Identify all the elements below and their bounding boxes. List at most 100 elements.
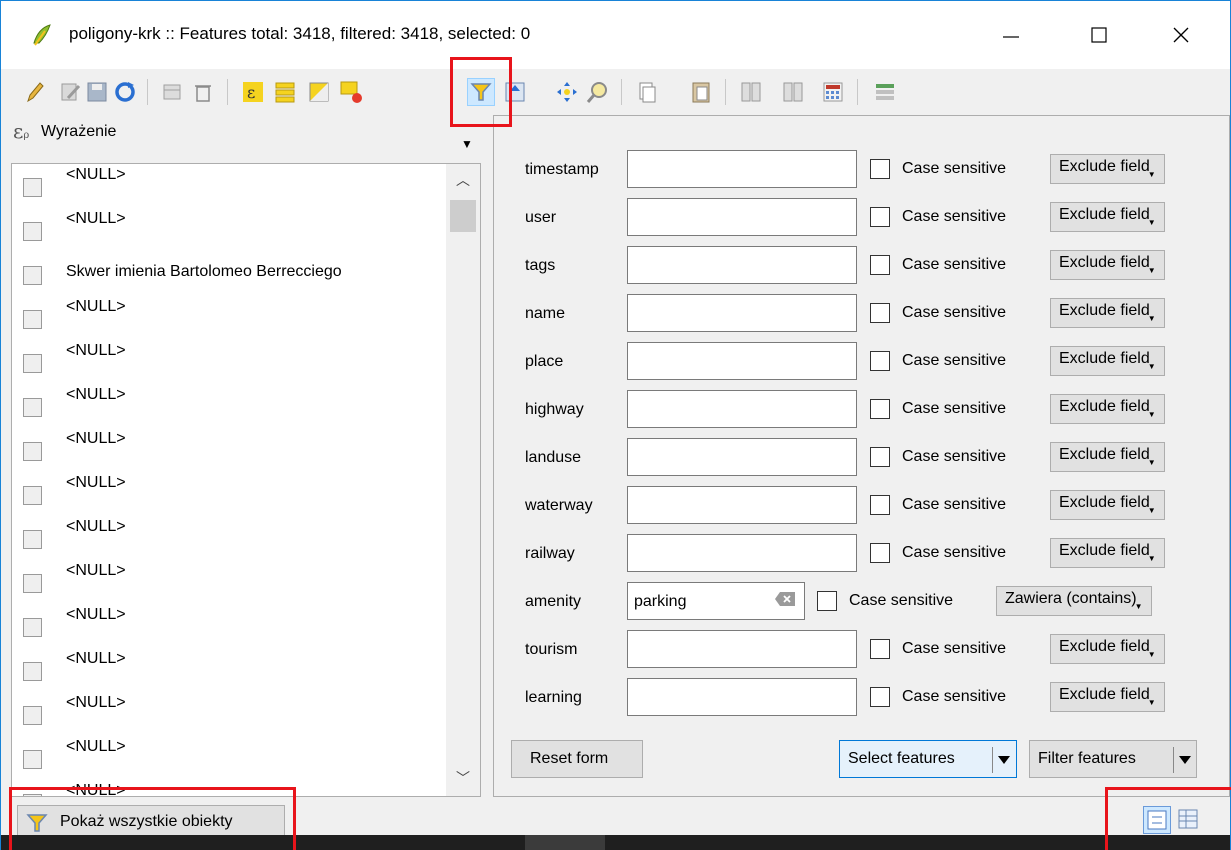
clear-input-icon[interactable] <box>774 591 796 607</box>
field-mode-dropdown[interactable]: Exclude field▼ <box>1050 490 1165 520</box>
select-by-expression-button[interactable]: ε <box>239 78 267 106</box>
case-sensitive-checkbox[interactable] <box>870 495 890 515</box>
field-calculator-button[interactable] <box>819 78 847 106</box>
field-input-highway[interactable] <box>627 390 857 428</box>
form-view-button[interactable] <box>1143 806 1171 834</box>
field-input-user[interactable] <box>627 198 857 236</box>
list-item[interactable]: <NULL> <box>12 296 442 340</box>
invert-selection-button[interactable] <box>305 78 333 106</box>
list-item[interactable]: <NULL> <box>12 516 442 560</box>
move-selection-to-top-button[interactable] <box>501 78 529 106</box>
list-item-checkbox[interactable] <box>23 794 42 796</box>
zoom-to-selected-button[interactable] <box>583 78 611 106</box>
list-item-checkbox[interactable] <box>23 398 42 417</box>
list-item-checkbox[interactable] <box>23 662 42 681</box>
case-sensitive-checkbox[interactable] <box>817 591 837 611</box>
select-all-button[interactable] <box>271 78 299 106</box>
list-item-checkbox[interactable] <box>23 222 42 241</box>
new-field-button[interactable] <box>737 78 765 106</box>
list-item[interactable]: <NULL> <box>12 736 442 780</box>
list-item[interactable]: <NULL> <box>12 692 442 736</box>
expression-selector[interactable]: ερ Wyrażenie ▼ <box>11 115 481 161</box>
list-item[interactable]: <NULL> <box>12 208 442 252</box>
list-item-checkbox[interactable] <box>23 618 42 637</box>
chevron-down-icon[interactable]: ﹀ <box>456 768 470 788</box>
reset-form-button[interactable]: Reset form <box>511 740 643 778</box>
list-item-checkbox[interactable] <box>23 442 42 461</box>
copy-features-button[interactable] <box>633 78 661 106</box>
case-sensitive-checkbox[interactable] <box>870 351 890 371</box>
list-item-checkbox[interactable] <box>23 530 42 549</box>
maximize-button[interactable] <box>1069 13 1129 57</box>
list-item-checkbox[interactable] <box>23 310 42 329</box>
add-feature-button[interactable] <box>159 78 187 106</box>
delete-feature-button[interactable] <box>189 78 217 106</box>
field-mode-dropdown[interactable]: Exclude field▼ <box>1050 442 1165 472</box>
vertical-scrollbar[interactable]: ︿ ﹀ <box>446 164 480 796</box>
field-mode-dropdown[interactable]: Exclude field▼ <box>1050 394 1165 424</box>
list-item-checkbox[interactable] <box>23 706 42 725</box>
field-input-tags[interactable] <box>627 246 857 284</box>
case-sensitive-checkbox[interactable] <box>870 303 890 323</box>
list-item-checkbox[interactable] <box>23 486 42 505</box>
show-all-features-button[interactable]: Pokaż wszystkie obiekty <box>17 805 285 839</box>
list-item[interactable]: <NULL> <box>12 560 442 604</box>
chevron-down-icon[interactable] <box>1179 756 1191 764</box>
multi-edit-button[interactable] <box>57 78 85 106</box>
list-item[interactable]: <NULL> <box>12 428 442 472</box>
case-sensitive-checkbox[interactable] <box>870 207 890 227</box>
deselect-all-button[interactable] <box>337 78 365 106</box>
field-mode-dropdown[interactable]: Exclude field▼ <box>1050 682 1165 712</box>
list-item-checkbox[interactable] <box>23 750 42 769</box>
field-mode-dropdown[interactable]: Zawiera (contains)▼ <box>996 586 1152 616</box>
toggle-editing-button[interactable] <box>21 78 49 106</box>
scrollbar-thumb[interactable] <box>450 200 476 232</box>
case-sensitive-checkbox[interactable] <box>870 159 890 179</box>
field-mode-dropdown[interactable]: Exclude field▼ <box>1050 202 1165 232</box>
paste-features-button[interactable] <box>687 78 715 106</box>
list-item[interactable]: <NULL> <box>12 384 442 428</box>
minimize-button[interactable] <box>981 13 1041 57</box>
list-item-checkbox[interactable] <box>23 266 42 285</box>
field-input-name[interactable] <box>627 294 857 332</box>
save-edits-button[interactable] <box>83 78 111 106</box>
close-button[interactable] <box>1151 13 1211 57</box>
filter-select-by-form-button[interactable] <box>467 78 495 106</box>
field-input-learning[interactable] <box>627 678 857 716</box>
list-item[interactable]: <NULL> <box>12 340 442 384</box>
case-sensitive-checkbox[interactable] <box>870 255 890 275</box>
case-sensitive-checkbox[interactable] <box>870 399 890 419</box>
field-input-railway[interactable] <box>627 534 857 572</box>
case-sensitive-checkbox[interactable] <box>870 447 890 467</box>
table-view-button[interactable] <box>1175 806 1203 834</box>
delete-field-button[interactable] <box>779 78 807 106</box>
field-input-waterway[interactable] <box>627 486 857 524</box>
list-item[interactable]: <NULL> <box>12 472 442 516</box>
list-item-checkbox[interactable] <box>23 354 42 373</box>
list-item[interactable]: <NULL> <box>12 780 442 796</box>
field-input-tourism[interactable] <box>627 630 857 668</box>
field-mode-dropdown[interactable]: Exclude field▼ <box>1050 298 1165 328</box>
select-features-button[interactable]: Select features <box>839 740 1017 778</box>
list-item[interactable]: <NULL> <box>12 164 442 208</box>
field-mode-dropdown[interactable]: Exclude field▼ <box>1050 250 1165 280</box>
field-mode-dropdown[interactable]: Exclude field▼ <box>1050 538 1165 568</box>
chevron-down-icon[interactable] <box>998 756 1010 764</box>
field-input-timestamp[interactable] <box>627 150 857 188</box>
field-input-landuse[interactable] <box>627 438 857 476</box>
field-mode-dropdown[interactable]: Exclude field▼ <box>1050 154 1165 184</box>
field-input-place[interactable] <box>627 342 857 380</box>
field-input-amenity[interactable]: parking <box>627 582 805 620</box>
list-item[interactable]: Skwer imienia Bartolomeo Berrecciego <box>12 252 442 296</box>
case-sensitive-checkbox[interactable] <box>870 543 890 563</box>
reload-button[interactable] <box>111 78 139 106</box>
list-item[interactable]: <NULL> <box>12 648 442 692</box>
pan-to-selected-button[interactable] <box>553 78 581 106</box>
conditional-formatting-button[interactable] <box>871 78 899 106</box>
field-mode-dropdown[interactable]: Exclude field▼ <box>1050 346 1165 376</box>
field-mode-dropdown[interactable]: Exclude field▼ <box>1050 634 1165 664</box>
case-sensitive-checkbox[interactable] <box>870 687 890 707</box>
filter-features-button[interactable]: Filter features <box>1029 740 1197 778</box>
list-item-checkbox[interactable] <box>23 178 42 197</box>
chevron-up-icon[interactable]: ︿ <box>456 170 470 190</box>
